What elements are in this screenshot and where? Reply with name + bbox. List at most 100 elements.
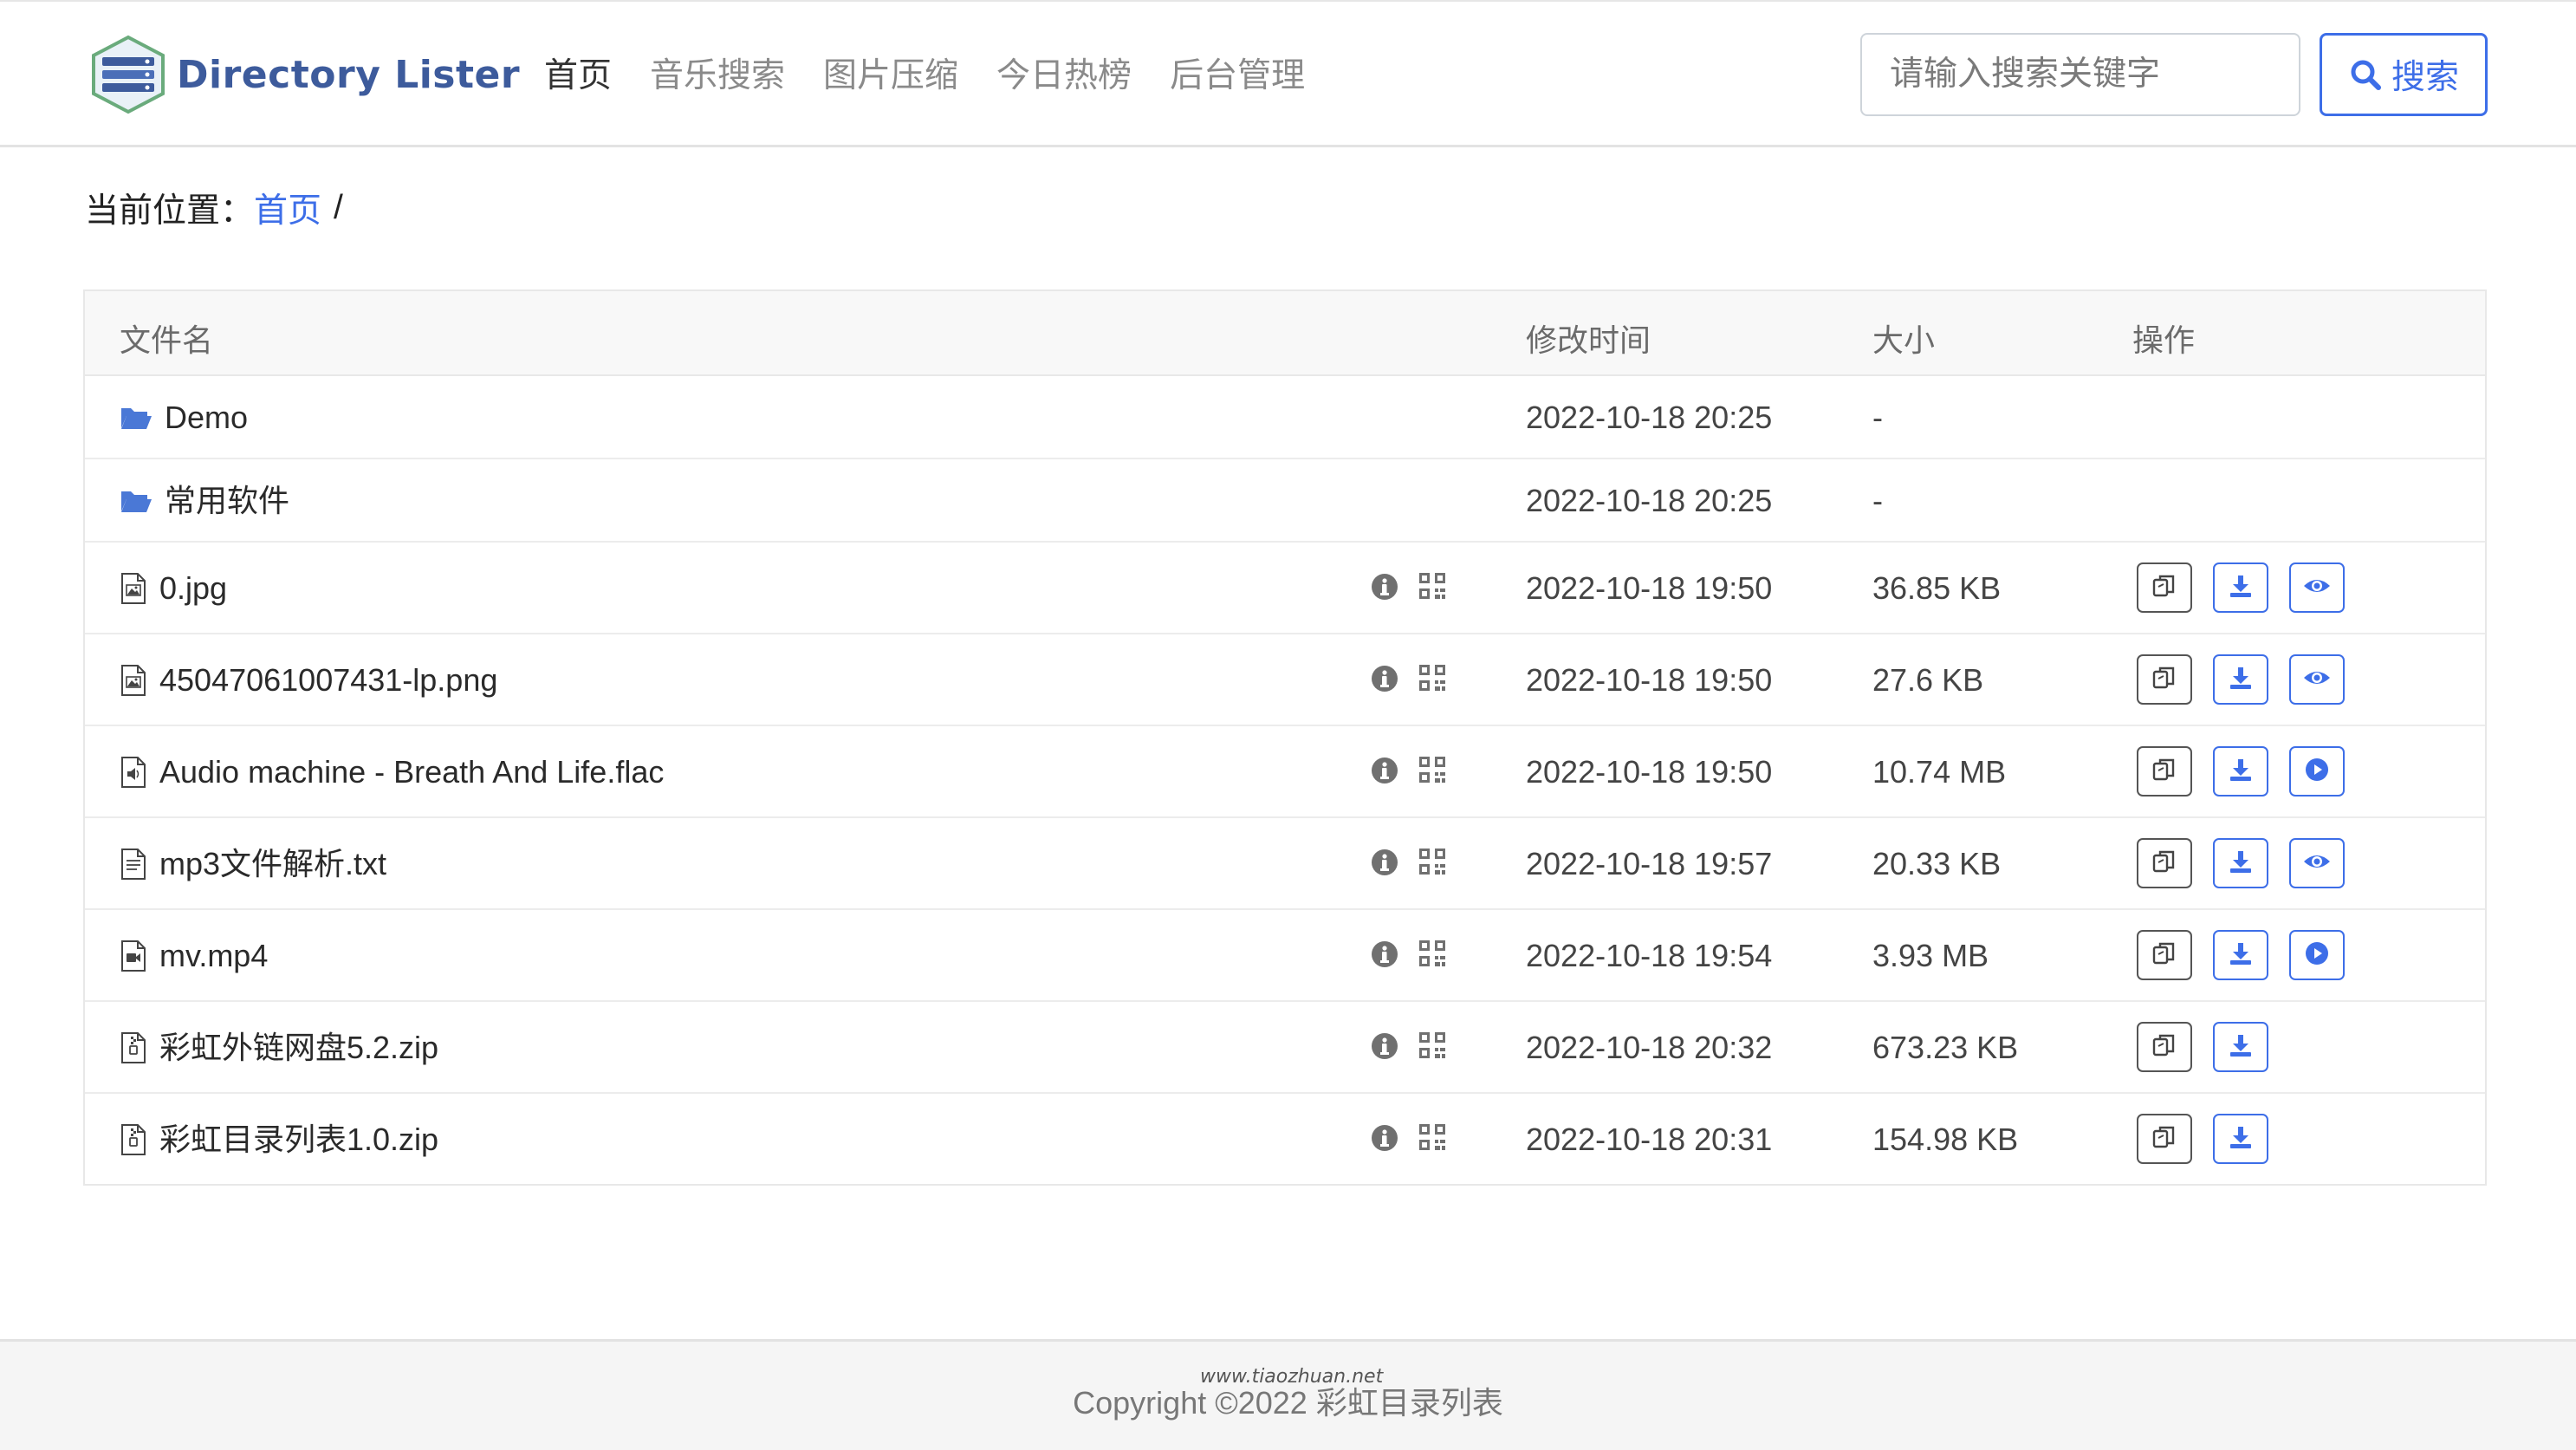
file-row[interactable]: Audio machine - Breath And Life.flac 2022… [85, 726, 2485, 818]
file-row[interactable]: 45047061007431-lp.png 2022-10-18 19:50 27.… [85, 634, 2485, 726]
preview-button[interactable] [2289, 562, 2345, 613]
file-size: 27.6 KB [1872, 662, 1984, 698]
copy-link-button[interactable] [2137, 1114, 2192, 1164]
file-row[interactable]: 彩虹外链网盘5.2.zip 2022-10-18 20:32 673.23 KB [85, 1002, 2485, 1094]
info-icon[interactable] [1370, 572, 1399, 606]
nav-item-image-compress[interactable]: 图片压缩 [823, 50, 958, 102]
folder-row[interactable]: Demo 2022-10-18 20:25 - [85, 376, 2485, 459]
download-button[interactable] [2213, 1114, 2268, 1164]
column-header-modified: 修改时间 [1526, 322, 1651, 358]
qrcode-icon[interactable] [1418, 664, 1446, 696]
copyright-text: Copyright ©2022 彩虹目录列表 [1073, 1385, 1503, 1421]
brand[interactable]: Directory Lister [87, 35, 520, 114]
qrcode-icon[interactable] [1418, 572, 1446, 604]
file-name-link[interactable]: 彩虹外链网盘5.2.zip [159, 1029, 438, 1067]
download-button[interactable] [2213, 930, 2268, 980]
nav-item-home[interactable]: 首页 [544, 50, 612, 102]
folder-row[interactable]: 常用软件 2022-10-18 20:25 - [85, 459, 2485, 543]
row-actions [2137, 1022, 2289, 1072]
file-row[interactable]: 彩虹目录列表1.0.zip 2022-10-18 20:31 154.98 KB [85, 1094, 2485, 1186]
download-button[interactable] [2213, 654, 2268, 705]
nav-item-admin[interactable]: 后台管理 [1170, 50, 1305, 102]
info-icon[interactable] [1370, 1123, 1399, 1157]
archive-file-icon [120, 1031, 147, 1064]
main-nav: 首页 音乐搜索 图片压缩 今日热榜 后台管理 [544, 50, 1343, 102]
file-name-cell: mp3文件解析.txt [120, 845, 386, 883]
file-name-link[interactable]: 常用软件 [165, 482, 289, 520]
copy-icon [2151, 1032, 2177, 1063]
nav-item-music-search[interactable]: 音乐搜索 [650, 50, 785, 102]
table-header: 文件名 修改时间 大小 操作 [85, 291, 2485, 376]
copy-icon [2151, 1124, 2177, 1154]
file-name-cell: Demo [120, 399, 248, 437]
file-row[interactable]: mp3文件解析.txt 2022-10-18 19:57 20.33 KB [85, 818, 2485, 910]
copy-link-button[interactable] [2137, 746, 2192, 797]
file-row[interactable]: mv.mp4 2022-10-18 19:54 3.93 MB [85, 910, 2485, 1002]
file-name-link[interactable]: mp3文件解析.txt [159, 845, 386, 883]
search-button-label: 搜索 [2391, 59, 2459, 96]
download-icon [2228, 665, 2254, 695]
eye-icon [2303, 668, 2331, 692]
copy-icon [2151, 573, 2177, 603]
breadcrumb-home-link[interactable]: 首页 [254, 184, 321, 232]
qrcode-icon[interactable] [1418, 1031, 1446, 1063]
preview-button[interactable] [2289, 654, 2345, 705]
video-file-icon [120, 940, 147, 972]
download-button[interactable] [2213, 1022, 2268, 1072]
download-icon [2228, 573, 2254, 603]
file-size: 154.98 KB [1872, 1122, 2019, 1157]
info-icon[interactable] [1370, 940, 1399, 973]
qrcode-icon[interactable] [1418, 940, 1446, 972]
copy-icon [2151, 757, 2177, 787]
search-input[interactable] [1860, 33, 2300, 116]
copy-link-button[interactable] [2137, 838, 2192, 888]
qrcode-icon[interactable] [1418, 1123, 1446, 1155]
folder-icon [120, 488, 152, 514]
download-button[interactable] [2213, 562, 2268, 613]
file-row[interactable]: 0.jpg 2022-10-18 19:50 36.85 KB [85, 543, 2485, 634]
nav-item-hot-list[interactable]: 今日热榜 [996, 50, 1132, 102]
copy-link-button[interactable] [2137, 562, 2192, 613]
row-actions [2137, 746, 2365, 797]
copy-link-button[interactable] [2137, 654, 2192, 705]
qrcode-icon[interactable] [1418, 848, 1446, 880]
file-name-link[interactable]: Audio machine - Breath And Life.flac [159, 753, 664, 791]
folder-icon [120, 405, 152, 431]
brand-name: Directory Lister [177, 52, 521, 97]
qrcode-icon[interactable] [1418, 756, 1446, 788]
column-header-size: 大小 [1872, 322, 1936, 358]
copy-icon [2151, 849, 2177, 879]
row-actions [2137, 654, 2365, 705]
file-name-link[interactable]: mv.mp4 [159, 937, 268, 975]
row-actions [2137, 930, 2365, 980]
download-button[interactable] [2213, 746, 2268, 797]
modified-time: 2022-10-18 19:50 [1526, 662, 1773, 698]
copy-link-button[interactable] [2137, 1022, 2192, 1072]
play-button[interactable] [2289, 746, 2345, 797]
file-name-cell: 彩虹外链网盘5.2.zip [120, 1029, 438, 1067]
file-name-link[interactable]: 0.jpg [159, 569, 227, 608]
play-button[interactable] [2289, 930, 2345, 980]
download-button[interactable] [2213, 838, 2268, 888]
file-name-link[interactable]: 彩虹目录列表1.0.zip [159, 1121, 438, 1159]
file-name-cell: 45047061007431-lp.png [120, 661, 497, 699]
info-icon[interactable] [1370, 756, 1399, 790]
modified-time: 2022-10-18 19:50 [1526, 754, 1773, 790]
modified-time: 2022-10-18 19:50 [1526, 570, 1773, 606]
search-button[interactable]: 搜索 [2320, 33, 2488, 116]
download-icon [2228, 757, 2254, 787]
file-size: 36.85 KB [1872, 570, 2002, 606]
preview-button[interactable] [2289, 838, 2345, 888]
file-name-cell: 常用软件 [120, 482, 289, 520]
info-icon[interactable] [1370, 848, 1399, 881]
file-size: 3.93 MB [1872, 938, 1989, 973]
file-name-link[interactable]: Demo [165, 399, 248, 437]
text-file-icon [120, 848, 147, 881]
copy-link-button[interactable] [2137, 930, 2192, 980]
column-header-name: 文件名 [120, 322, 214, 358]
file-name-link[interactable]: 45047061007431-lp.png [159, 661, 497, 699]
download-icon [2228, 940, 2254, 971]
info-icon[interactable] [1370, 664, 1399, 698]
file-size: - [1872, 483, 1883, 518]
info-icon[interactable] [1370, 1031, 1399, 1065]
